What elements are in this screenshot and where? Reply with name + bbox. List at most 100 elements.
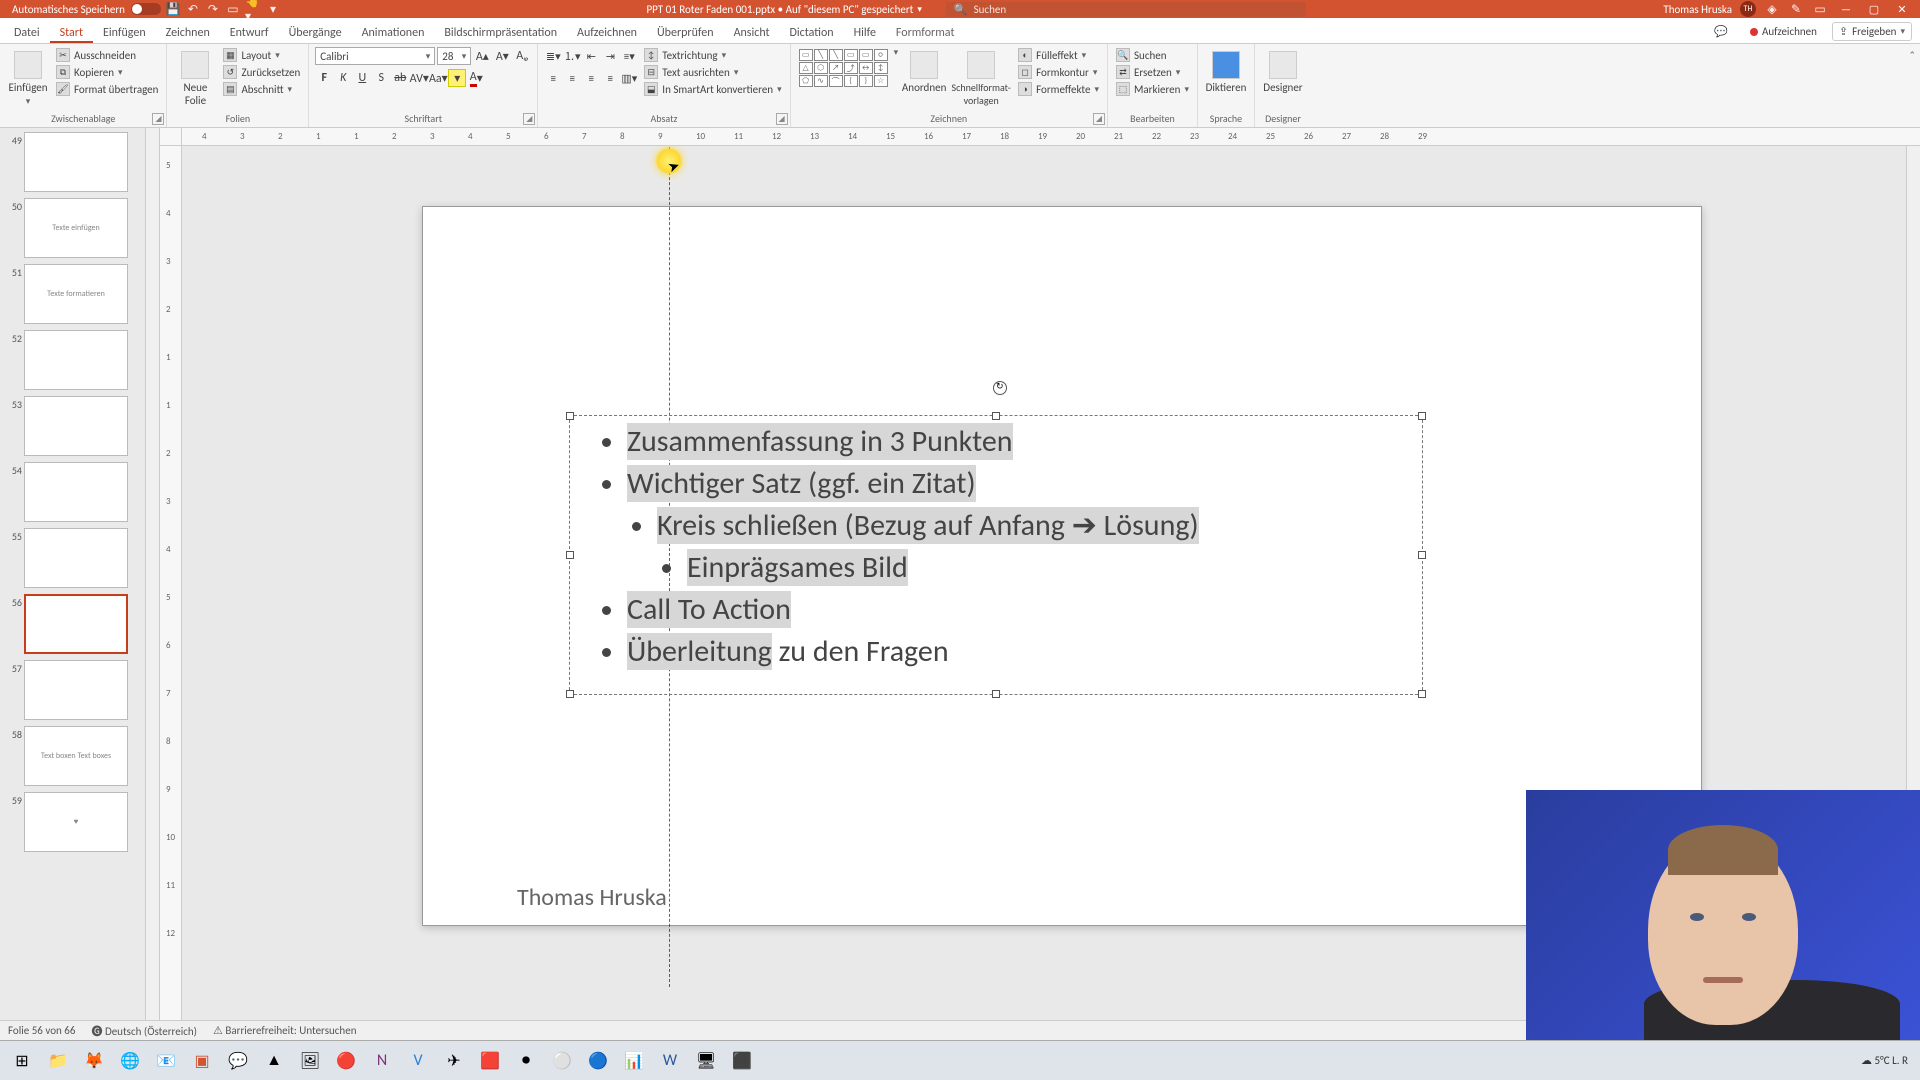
fill-button[interactable]: ◐Fülleffekt▾ <box>1016 47 1101 63</box>
draw-icon[interactable]: ✎ <box>1788 1 1804 17</box>
text-direction-button[interactable]: ↕Textrichtung▾ <box>642 47 783 63</box>
effects-button[interactable]: ◑Formeffekte▾ <box>1016 81 1101 97</box>
paste-button[interactable]: Einfügen▾ <box>6 47 50 111</box>
app-icon[interactable]: 🔴 <box>328 1044 364 1078</box>
shape-icon[interactable]: ⌒ <box>829 75 843 87</box>
thumbnail-slide-49[interactable]: 49 <box>2 132 139 192</box>
thumbnail-slide-52[interactable]: 52 <box>2 330 139 390</box>
clear-format-button[interactable]: Aᵩ <box>513 47 531 65</box>
file-title[interactable]: PPT 01 Roter Faden 001.pptx • Auf "diese… <box>646 3 921 16</box>
slide-counter[interactable]: Folie 56 von 66 <box>8 1024 75 1037</box>
handle-ne[interactable] <box>1418 412 1426 420</box>
font-launcher[interactable]: ◢ <box>523 113 535 125</box>
line-spacing-button[interactable]: ≡▾ <box>620 47 638 65</box>
bold-button[interactable]: F <box>315 69 333 87</box>
paragraph-launcher[interactable]: ◢ <box>776 113 788 125</box>
spacing-button[interactable]: AV▾ <box>410 69 428 87</box>
outline-button[interactable]: ◻Formkontur▾ <box>1016 64 1101 80</box>
shadow-button[interactable]: S <box>372 69 390 87</box>
search-box[interactable]: 🔍 Suchen <box>946 2 1306 17</box>
shape-icon[interactable]: ∿ <box>814 75 828 87</box>
handle-s[interactable] <box>992 690 1000 698</box>
clipboard-launcher[interactable]: ◢ <box>152 113 164 125</box>
shape-icon[interactable]: ⬡ <box>814 62 828 74</box>
tab-bildschirm[interactable]: Bildschirmpräsentation <box>434 22 567 43</box>
strike-button[interactable]: ab <box>391 69 409 87</box>
draw-launcher[interactable]: ◢ <box>1093 113 1105 125</box>
autosave-toggle[interactable]: Automatisches Speichern <box>12 3 161 16</box>
rotate-handle[interactable] <box>993 381 1007 395</box>
bullet-item[interactable]: Wichtiger Satz (ggf. ein Zitat) <box>627 465 976 502</box>
app-icon[interactable]: ⏺ <box>508 1044 544 1078</box>
toggle-icon[interactable] <box>131 3 161 15</box>
tab-animationen[interactable]: Animationen <box>352 22 435 43</box>
handle-nw[interactable] <box>566 412 574 420</box>
handle-n[interactable] <box>992 412 1000 420</box>
redo-icon[interactable]: ↷ <box>205 1 221 17</box>
touch-icon[interactable]: 👆▾ <box>245 1 261 17</box>
thumbnail-slide-55[interactable]: 55 <box>2 528 139 588</box>
reset-button[interactable]: ↺Zurücksetzen <box>221 64 302 80</box>
format-painter-button[interactable]: 🖌Format übertragen <box>54 81 160 97</box>
shape-icon[interactable]: ↗ <box>829 62 843 74</box>
share-button[interactable]: ⇪Freigeben▾ <box>1832 22 1912 41</box>
shape-icon[interactable]: ▭ <box>859 49 873 61</box>
save-icon[interactable]: 💾 <box>165 1 181 17</box>
onenote-icon[interactable]: N <box>364 1044 400 1078</box>
bullet-item[interactable]: Einprägsames Bild <box>687 549 908 586</box>
arrange-button[interactable]: Anordnen <box>902 47 946 98</box>
powerpoint-icon[interactable]: ▣ <box>184 1044 220 1078</box>
select-button[interactable]: ⬚Markieren▾ <box>1114 81 1191 97</box>
weather-widget[interactable]: ☁ 5°C L. R <box>1861 1054 1908 1067</box>
bullet-item[interactable]: Call To Action <box>627 589 1423 631</box>
dictate-button[interactable]: Diktieren <box>1204 47 1248 98</box>
bullet-item[interactable]: Zusammenfassung in 3 Punkten <box>627 423 1013 460</box>
undo-icon[interactable]: ↶ <box>185 1 201 17</box>
shape-icon[interactable]: } <box>859 75 873 87</box>
tab-datei[interactable]: Datei <box>4 22 50 43</box>
minimize-button[interactable]: — <box>1836 3 1856 16</box>
copy-button[interactable]: ⧉Kopieren▾ <box>54 64 160 80</box>
numbering-button[interactable]: ⒈▾ <box>563 47 581 65</box>
chrome-icon[interactable]: 🌐 <box>112 1044 148 1078</box>
bullets-button[interactable]: ≣▾ <box>544 47 562 65</box>
bullet-item[interactable]: Überleitung zu den Fragen <box>627 631 1423 673</box>
thumbnail-slide-51[interactable]: 51Texte formatieren <box>2 264 139 324</box>
app-icon[interactable]: 📊 <box>616 1044 652 1078</box>
shape-icon[interactable]: △ <box>799 62 813 74</box>
start-button[interactable]: ⊞ <box>4 1044 40 1078</box>
bullet-item[interactable]: Kreis schließen (Bezug auf Anfang ➔ Lösu… <box>657 507 1199 544</box>
app-icon[interactable]: 🖼 <box>292 1044 328 1078</box>
app-icon[interactable]: 🔵 <box>580 1044 616 1078</box>
outlook-icon[interactable]: 📧 <box>148 1044 184 1078</box>
shape-icon[interactable]: ▭ <box>799 49 813 61</box>
thumbnail-slide-54[interactable]: 54 <box>2 462 139 522</box>
vlc-icon[interactable]: ▲ <box>256 1044 292 1078</box>
thumbnail-slide-56[interactable]: 56 <box>2 594 139 654</box>
columns-button[interactable]: ▥▾ <box>620 69 638 87</box>
tab-zeichnen[interactable]: Zeichnen <box>156 22 220 43</box>
tab-dictation[interactable]: Dictation <box>780 22 844 43</box>
app-icon[interactable]: 💬 <box>220 1044 256 1078</box>
visio-icon[interactable]: V <box>400 1044 436 1078</box>
find-button[interactable]: 🔍Suchen <box>1114 47 1191 63</box>
tab-ansicht[interactable]: Ansicht <box>724 22 780 43</box>
smartart-button[interactable]: ⬓In SmartArt konvertieren▾ <box>642 81 783 97</box>
tab-uebergaenge[interactable]: Übergänge <box>279 22 352 43</box>
shape-icon[interactable]: ╲ <box>814 49 828 61</box>
diamond-icon[interactable]: ◈ <box>1764 1 1780 17</box>
handle-se[interactable] <box>1418 690 1426 698</box>
thumbnail-slide-59[interactable]: 59♥ <box>2 792 139 852</box>
tab-formformat[interactable]: Formformat <box>886 22 965 43</box>
ribbon-mode-icon[interactable]: ▭ <box>1812 1 1828 17</box>
thumbnail-slide-58[interactable]: 58Text boxen Text boxes <box>2 726 139 786</box>
justify-button[interactable]: ≡ <box>601 69 619 87</box>
tab-hilfe[interactable]: Hilfe <box>844 22 886 43</box>
maximize-button[interactable]: ▢ <box>1864 3 1884 16</box>
decrease-font-button[interactable]: A▾ <box>493 47 511 65</box>
align-right-button[interactable]: ≡ <box>582 69 600 87</box>
shape-icon[interactable]: ╲ <box>829 49 843 61</box>
shapes-gallery[interactable]: ▭╲╲▭▭○ △⬡↗⤴↔↕ ⬠∿⌒{}☆ <box>797 47 890 89</box>
outdent-button[interactable]: ⇤ <box>582 47 600 65</box>
tab-einfuegen[interactable]: Einfügen <box>93 22 156 43</box>
